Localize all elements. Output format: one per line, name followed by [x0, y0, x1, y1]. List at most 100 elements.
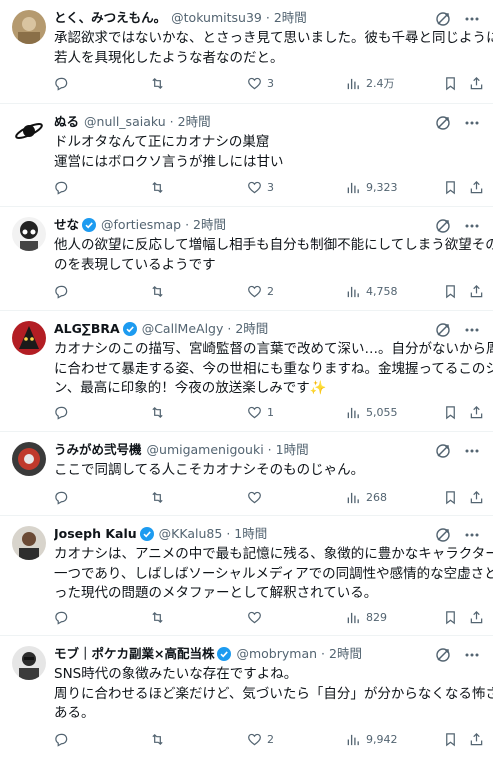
- retweet-button[interactable]: [150, 282, 170, 300]
- timestamp[interactable]: 2時間: [329, 645, 362, 663]
- share-button[interactable]: [469, 178, 484, 196]
- more-options-icon[interactable]: [463, 526, 481, 544]
- handle[interactable]: @KKalu85: [159, 525, 223, 543]
- reply-button[interactable]: [54, 403, 74, 421]
- handle[interactable]: @fortiesmap: [101, 216, 181, 234]
- tweet-text: SNS時代の象徴みたいな存在ですよね。 周りに合わせるほど楽だけど、気づいたら「…: [54, 665, 493, 724]
- tweet[interactable]: モブ｜ポケカ副業×高配当株 @mobryman · 2時間 SNS時代の象徴みた…: [0, 636, 493, 757]
- avatar[interactable]: [12, 442, 46, 476]
- grok-icon[interactable]: [435, 218, 451, 234]
- grok-icon[interactable]: [435, 443, 451, 459]
- handle[interactable]: @CallMeAlgy: [142, 320, 224, 338]
- timestamp[interactable]: 2時間: [274, 9, 307, 27]
- display-name[interactable]: せな: [54, 216, 79, 234]
- display-name[interactable]: モブ｜ポケカ副業×高配当株: [54, 645, 214, 663]
- bookmark-button[interactable]: [443, 488, 458, 506]
- display-name[interactable]: うみがめ弐号機: [54, 441, 142, 459]
- tweet[interactable]: ALG∑BRA @CallMeAlgy · 2時間 カオナシのこの描写、宮崎監督…: [0, 311, 493, 432]
- retweet-button[interactable]: [150, 403, 170, 421]
- timestamp[interactable]: 2時間: [178, 113, 211, 131]
- grok-icon[interactable]: [435, 11, 451, 27]
- views-button[interactable]: 2.4万: [346, 74, 395, 92]
- timestamp[interactable]: 2時間: [235, 320, 268, 338]
- tweet[interactable]: うみがめ弐号機 @umigamenigouki · 1時間 ここで同調してる人こ…: [0, 432, 493, 516]
- retweet-button[interactable]: [150, 488, 170, 506]
- retweet-icon: [152, 491, 163, 503]
- like-button[interactable]: 2: [247, 282, 274, 300]
- more-options-icon[interactable]: [463, 321, 481, 339]
- display-name[interactable]: ALG∑BRA: [54, 320, 120, 338]
- retweet-button[interactable]: [150, 730, 170, 748]
- bookmark-button[interactable]: [443, 178, 458, 196]
- views-button[interactable]: 9,942: [346, 730, 398, 748]
- share-button[interactable]: [469, 608, 484, 626]
- bookmark-button[interactable]: [443, 608, 458, 626]
- reply-button[interactable]: [54, 282, 74, 300]
- like-button[interactable]: 3: [247, 74, 274, 92]
- views-button[interactable]: 9,323: [346, 178, 398, 196]
- tweet[interactable]: とく、みつえもん。 @tokumitsu39 · 2時間 承認欲求ではないかな、…: [0, 0, 493, 104]
- reply-button[interactable]: [54, 488, 74, 506]
- avatar[interactable]: [12, 10, 46, 44]
- views-button[interactable]: 4,758: [346, 282, 398, 300]
- tweet-text-line: に合わせて暴走する姿、今の世相にも重なりますね。金塊握ってるこのシー: [54, 360, 493, 377]
- bookmark-button[interactable]: [443, 282, 458, 300]
- action-bar: 3 2.4万: [54, 74, 483, 92]
- display-name[interactable]: Joseph Kalu: [54, 525, 137, 543]
- more-options-icon[interactable]: [463, 442, 481, 460]
- reply-icon: [55, 491, 68, 505]
- reply-button[interactable]: [54, 730, 74, 748]
- bookmark-button[interactable]: [443, 403, 458, 421]
- more-options-icon[interactable]: [463, 114, 481, 132]
- share-icon: [470, 610, 483, 623]
- like-button[interactable]: 2: [247, 730, 274, 748]
- display-name[interactable]: ぬる: [54, 113, 79, 131]
- grok-icon[interactable]: [435, 115, 451, 131]
- like-button[interactable]: [247, 608, 267, 626]
- reply-button[interactable]: [54, 178, 74, 196]
- handle[interactable]: @umigamenigouki: [147, 441, 264, 459]
- grok-icon[interactable]: [435, 322, 451, 338]
- retweet-button[interactable]: [150, 74, 170, 92]
- grok-icon[interactable]: [435, 647, 451, 663]
- share-button[interactable]: [469, 730, 484, 748]
- handle[interactable]: @tokumitsu39: [171, 9, 262, 27]
- display-name[interactable]: とく、みつえもん。: [54, 9, 166, 27]
- timestamp[interactable]: 1時間: [234, 525, 267, 543]
- share-button[interactable]: [469, 488, 484, 506]
- retweet-button[interactable]: [150, 608, 170, 626]
- avatar[interactable]: [12, 217, 46, 251]
- more-options-icon[interactable]: [463, 217, 481, 235]
- views-button[interactable]: 268: [346, 488, 387, 506]
- more-options-icon[interactable]: [463, 10, 481, 28]
- reply-button[interactable]: [54, 74, 74, 92]
- more-options-icon[interactable]: [463, 646, 481, 664]
- like-button[interactable]: [247, 488, 267, 506]
- grok-icon[interactable]: [435, 527, 451, 543]
- tweet[interactable]: せな @fortiesmap · 2時間 他人の欲望に反応して増幅し相手も自分も…: [0, 207, 493, 311]
- handle[interactable]: @mobryman: [236, 645, 317, 663]
- reply-icon: [55, 285, 68, 299]
- bookmark-icon: [446, 284, 455, 298]
- tweet-text-line: 承認欲求ではないかな、とさっき見て思いました。彼も千尋と同じように、: [54, 30, 493, 46]
- share-button[interactable]: [469, 282, 484, 300]
- bookmark-button[interactable]: [443, 730, 458, 748]
- bookmark-button[interactable]: [443, 74, 458, 92]
- timestamp[interactable]: 1時間: [276, 441, 309, 459]
- like-button[interactable]: 3: [247, 178, 274, 196]
- share-button[interactable]: [469, 403, 484, 421]
- views-button[interactable]: 5,055: [346, 403, 398, 421]
- retweet-button[interactable]: [150, 178, 170, 196]
- like-button[interactable]: 1: [247, 403, 274, 421]
- share-button[interactable]: [469, 74, 484, 92]
- timestamp[interactable]: 2時間: [193, 216, 226, 234]
- tweet[interactable]: ぬる @null_saiaku · 2時間 ドルオタなんて正にカオナシの巣窟 運…: [0, 104, 493, 207]
- avatar[interactable]: [12, 646, 46, 680]
- reply-button[interactable]: [54, 608, 74, 626]
- avatar[interactable]: [12, 526, 46, 560]
- views-button[interactable]: 829: [346, 608, 387, 626]
- handle[interactable]: @null_saiaku: [84, 113, 166, 131]
- tweet[interactable]: Joseph Kalu @KKalu85 · 1時間 カオナシは、アニメの中で最…: [0, 516, 493, 636]
- avatar[interactable]: [12, 114, 46, 148]
- avatar[interactable]: [12, 321, 46, 355]
